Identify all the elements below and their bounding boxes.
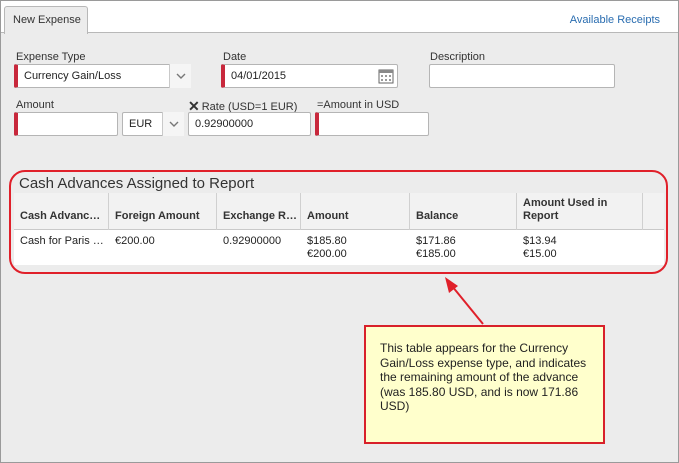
amount-used-eur: €15.00 (523, 248, 557, 260)
foreign-amount: €200.00 (115, 235, 155, 247)
available-receipts-link[interactable]: Available Receipts (570, 14, 660, 26)
chevron-down-icon[interactable] (169, 64, 191, 88)
description-label: Description (430, 51, 486, 63)
column-header[interactable]: Exchange R… (217, 193, 301, 230)
currency-value: EUR (129, 118, 153, 130)
amount-input[interactable] (14, 112, 118, 136)
rate-input[interactable]: 0.92900000 (188, 112, 311, 136)
table-header: Cash Advanc… Foreign Amount Exchange R… … (14, 193, 664, 230)
cash-advances-table: Cash Advanc… Foreign Amount Exchange R… … (14, 193, 664, 265)
amount-used-usd: $13.94 (523, 235, 557, 247)
date-value: 04/01/2015 (231, 70, 287, 82)
amount-used-cell: $13.94 €15.00 (517, 235, 557, 261)
expense-type-value: Currency Gain/Loss (24, 70, 122, 82)
tab-new-expense[interactable]: New Expense (4, 6, 88, 34)
column-header[interactable]: Amount (301, 193, 410, 230)
amount-eur: €200.00 (307, 248, 347, 260)
currency-select[interactable]: EUR (122, 112, 184, 136)
description-input[interactable] (429, 64, 615, 88)
tab-bar: New Expense Available Receipts (1, 1, 678, 34)
exchange-rate: 0.92900000 (223, 235, 282, 247)
calendar-icon[interactable] (377, 66, 395, 86)
amount-cell: $185.80 €200.00 (301, 235, 347, 261)
balance-usd: $171.86 (416, 235, 456, 247)
amount-label: Amount (16, 99, 54, 111)
column-header[interactable]: Balance (410, 193, 517, 230)
date-input[interactable]: 04/01/2015 (221, 64, 398, 88)
column-header[interactable]: Cash Advanc… (14, 193, 109, 230)
expense-type-select[interactable]: Currency Gain/Loss (14, 64, 191, 88)
chevron-down-icon[interactable] (162, 112, 184, 136)
expense-window: New Expense Available Receipts Expense T… (0, 0, 679, 463)
expense-type-label: Expense Type (16, 51, 86, 63)
cash-advance-name: Cash for Paris … (20, 235, 104, 247)
column-header[interactable]: Amount Used in Report (517, 193, 643, 230)
balance-eur: €185.00 (416, 248, 456, 260)
cash-advances-title: Cash Advances Assigned to Report (19, 175, 255, 192)
date-label: Date (223, 51, 247, 63)
column-header[interactable]: Foreign Amount (109, 193, 217, 230)
amount-in-usd-label: =Amount in USD (317, 99, 400, 111)
amount-in-usd-input[interactable] (315, 112, 429, 136)
balance-cell: $171.86 €185.00 (410, 235, 456, 261)
annotation-callout: This table appears for the Currency Gain… (364, 325, 605, 444)
amount-usd: $185.80 (307, 235, 347, 247)
